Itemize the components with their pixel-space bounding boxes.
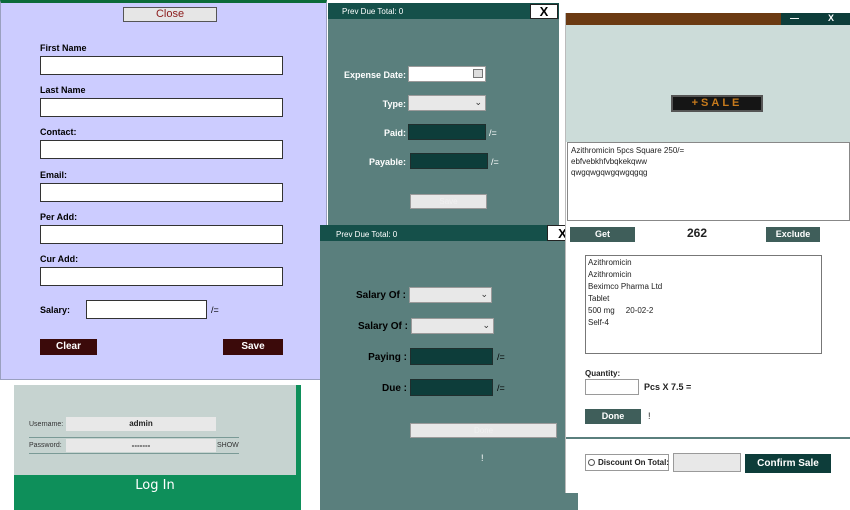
payable-label: Payable: bbox=[368, 157, 406, 167]
email-input[interactable] bbox=[40, 183, 283, 202]
show-password-button[interactable]: SHOW bbox=[217, 442, 239, 449]
discount-input[interactable] bbox=[673, 453, 741, 472]
paying-label: Paying : bbox=[368, 352, 407, 363]
confirm-sale-button[interactable]: Confirm Sale bbox=[745, 454, 831, 473]
paid-label: Paid: bbox=[383, 128, 406, 138]
due-label: Due : bbox=[382, 383, 407, 394]
payable-input[interactable] bbox=[410, 153, 488, 169]
per-add-label: Per Add: bbox=[40, 212, 78, 222]
first-name-input[interactable] bbox=[40, 56, 283, 75]
close-button[interactable]: X bbox=[530, 4, 558, 19]
list-item: Self-4 bbox=[588, 318, 609, 327]
employee-form-panel: Close First Name Last Name Contact: Emai… bbox=[0, 0, 327, 380]
salary-input[interactable] bbox=[86, 300, 207, 319]
due-suffix: /= bbox=[497, 383, 505, 393]
contact-input[interactable] bbox=[40, 140, 283, 159]
cur-add-label: Cur Add: bbox=[40, 254, 79, 264]
paid-suffix: /= bbox=[489, 128, 497, 138]
product-details-list[interactable]: Azithromicin Azithromicin Beximco Pharma… bbox=[585, 255, 822, 354]
item-count: 262 bbox=[687, 226, 708, 240]
username-input[interactable]: admin bbox=[66, 417, 216, 431]
salary-label: Salary: bbox=[40, 305, 71, 315]
notes-box[interactable]: Azithromicin 5pcs Square 250/= ebfvebkhf… bbox=[567, 142, 850, 221]
chevron-down-icon: ⌄ bbox=[474, 97, 482, 107]
minimize-button[interactable]: — bbox=[790, 13, 799, 23]
list-item: Beximco Pharma Ltd bbox=[588, 282, 663, 291]
exclude-button[interactable]: Exclude bbox=[766, 227, 820, 242]
permanent-address-input[interactable] bbox=[40, 225, 283, 244]
prev-due-total: Prev Due Total: 0 bbox=[336, 230, 398, 239]
get-button[interactable]: Get bbox=[570, 227, 635, 242]
expense-date-input[interactable] bbox=[408, 66, 486, 82]
save-button[interactable]: Save bbox=[410, 194, 487, 209]
close-button[interactable]: X bbox=[828, 13, 834, 23]
salary-form-panel: Prev Due Total: 0 X Salary Of : ⌄ Salary… bbox=[320, 225, 578, 510]
type-select[interactable]: ⌄ bbox=[408, 95, 486, 111]
sale-panel: — X +SALE Azithromicin 5pcs Square 250/=… bbox=[565, 13, 850, 493]
discount-label: Discount On Total: bbox=[598, 458, 669, 467]
contact-label: Contact: bbox=[40, 127, 77, 137]
done-button[interactable]: Done bbox=[410, 423, 557, 438]
chevron-down-icon: ⌄ bbox=[482, 320, 490, 330]
done-button[interactable]: Done bbox=[585, 409, 641, 424]
salary-of-month-label: Salary Of : bbox=[357, 321, 408, 332]
expense-form-panel: Prev Due Total: 0 X Expense Date: Type: … bbox=[328, 3, 559, 228]
username-underline bbox=[29, 437, 239, 438]
paid-input[interactable] bbox=[408, 124, 486, 140]
sale-banner-area bbox=[566, 25, 850, 142]
done-status: ! bbox=[648, 411, 651, 421]
quantity-label: Quantity: bbox=[585, 369, 621, 378]
prev-due-total: Prev Due Total: 0 bbox=[342, 7, 404, 16]
sale-banner: +SALE bbox=[671, 95, 763, 112]
paying-input[interactable] bbox=[410, 348, 493, 365]
last-name-input[interactable] bbox=[40, 98, 283, 117]
list-item: Tablet bbox=[588, 294, 610, 303]
due-input[interactable] bbox=[410, 379, 493, 396]
discount-toggle[interactable]: Discount On Total: bbox=[585, 454, 669, 471]
close-button[interactable]: Close bbox=[123, 7, 217, 22]
first-name-label: First Name bbox=[40, 43, 87, 53]
list-item: 500 mg 20-02-2 bbox=[588, 306, 654, 315]
radio-icon[interactable] bbox=[588, 459, 595, 466]
password-underline bbox=[29, 453, 239, 454]
side-stripe bbox=[296, 385, 301, 510]
login-panel: Username: admin Password: ------- SHOW L… bbox=[14, 385, 301, 510]
divider bbox=[566, 437, 850, 439]
salary-of-month-select[interactable]: ⌄ bbox=[411, 318, 494, 334]
clear-button[interactable]: Clear bbox=[40, 339, 97, 355]
salary-of-select[interactable]: ⌄ bbox=[409, 287, 492, 303]
payable-suffix: /= bbox=[491, 157, 499, 167]
notes-line: qwgqwgqwgqwgqgqg bbox=[571, 168, 648, 177]
price-formula: Pcs X 7.5 = bbox=[644, 382, 692, 392]
password-label: Password: bbox=[29, 442, 62, 449]
password-input[interactable]: ------- bbox=[66, 439, 216, 452]
login-button[interactable]: Log In bbox=[14, 475, 296, 510]
notes-line: ebfvebkhfvbqkekqww bbox=[571, 157, 648, 166]
list-item: Azithromicin bbox=[588, 258, 632, 267]
paying-suffix: /= bbox=[497, 352, 505, 362]
current-address-input[interactable] bbox=[40, 267, 283, 286]
notes-line: Azithromicin 5pcs Square 250/= bbox=[571, 146, 685, 155]
status-note: ! bbox=[481, 453, 484, 463]
save-button[interactable]: Save bbox=[223, 339, 283, 355]
list-item: Azithromicin bbox=[588, 270, 632, 279]
quantity-input[interactable] bbox=[585, 379, 639, 395]
salary-suffix: /= bbox=[211, 305, 219, 315]
email-label: Email: bbox=[40, 170, 68, 180]
expense-date-label: Expense Date: bbox=[343, 70, 406, 80]
username-label: Username: bbox=[29, 421, 64, 428]
salary-of-label: Salary Of : bbox=[355, 290, 406, 301]
type-label: Type: bbox=[382, 99, 406, 109]
chevron-down-icon: ⌄ bbox=[480, 289, 488, 299]
calendar-icon[interactable] bbox=[473, 69, 483, 78]
last-name-label: Last Name bbox=[40, 85, 86, 95]
